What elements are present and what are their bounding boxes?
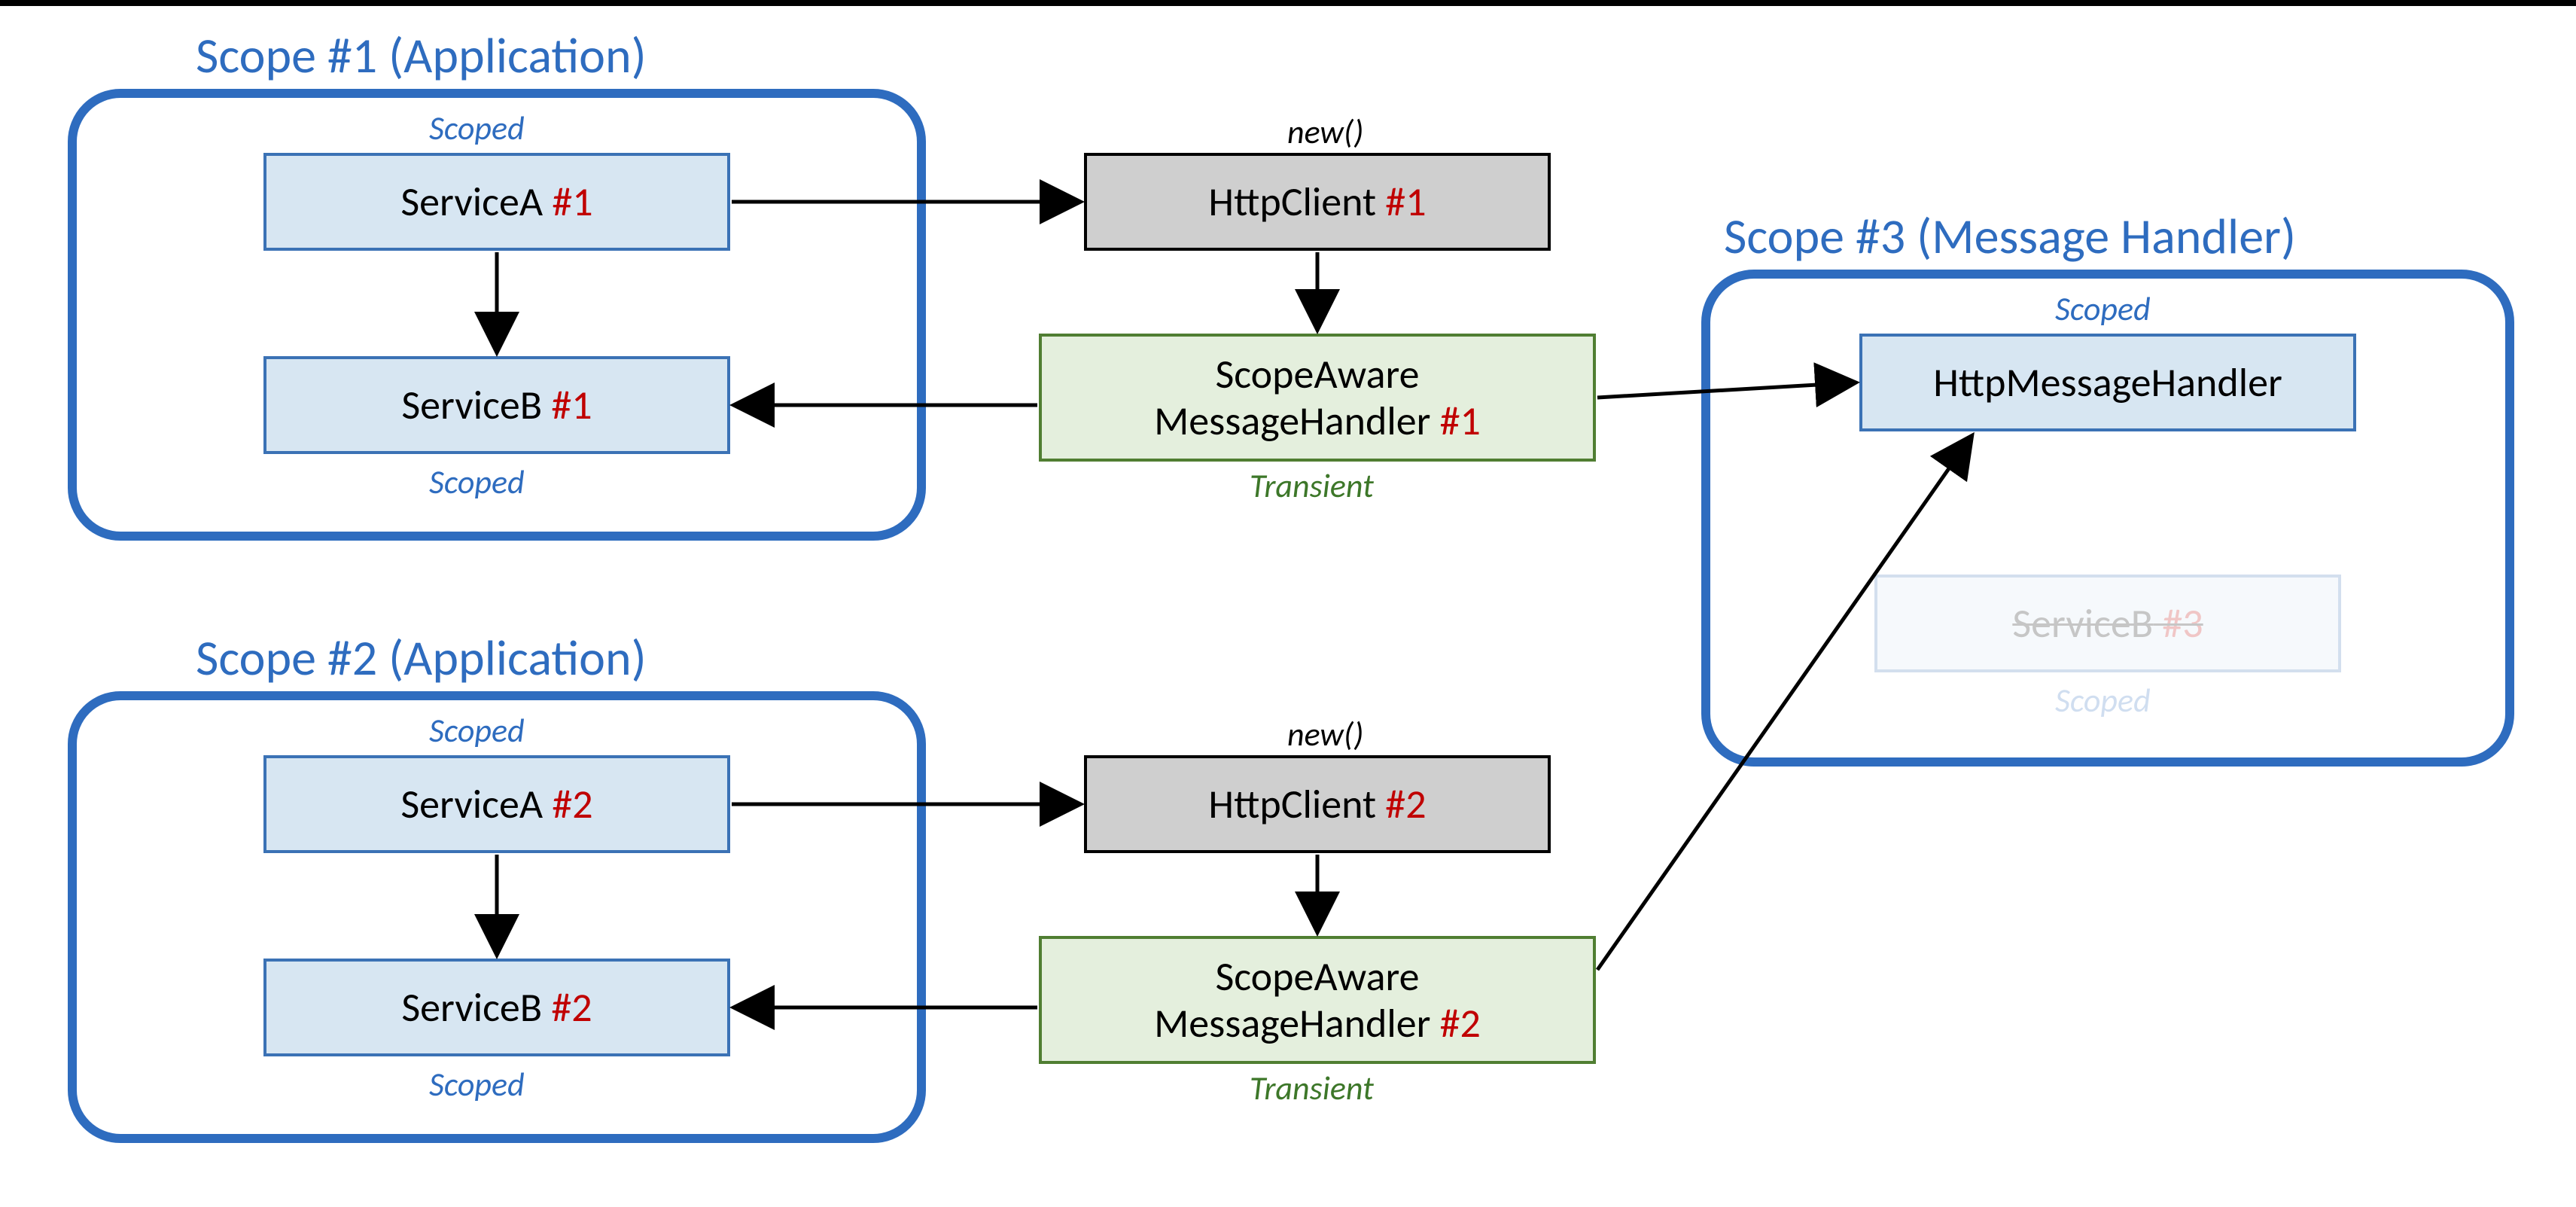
scope3-serviceB-inst: #3 (2153, 599, 2203, 648)
scopeaware2-line1: ScopeAware (1215, 953, 1419, 1000)
httpclient2-inst: #2 (1376, 779, 1426, 829)
scope2-serviceB-lifetime: Scoped (429, 1064, 525, 1105)
httpclient1-inst: #1 (1376, 177, 1426, 227)
scopeaware1-inst: #1 (1430, 396, 1480, 446)
scopeaware2-line2: MessageHandler (1154, 998, 1430, 1048)
scopeaware1-line2: MessageHandler (1154, 396, 1430, 446)
httpclient2-lifetime: new() (1287, 714, 1364, 754)
scope3-handler-lifetime: Scoped (2055, 288, 2151, 329)
scope3-title: Scope #3 (Message Handler) (1724, 206, 2296, 267)
scope1-serviceB-name: ServiceB (401, 380, 542, 430)
scope3-handler-name: HttpMessageHandler (1933, 359, 2282, 406)
scope1-serviceA-lifetime: Scoped (429, 108, 525, 148)
scopeaware1-line1: ScopeAware (1215, 351, 1419, 398)
scope2-serviceB-box: ServiceB #2 (263, 959, 730, 1056)
scope1-serviceA-box: ServiceA #1 (263, 153, 730, 251)
httpclient1-box: HttpClient #1 (1084, 153, 1551, 251)
httpclient1-name: HttpClient (1208, 177, 1376, 227)
scope2-serviceB-inst: #2 (542, 983, 592, 1032)
scope2-serviceA-inst: #2 (543, 779, 592, 829)
scope3-serviceB-box: ServiceB #3 (1874, 575, 2341, 672)
scope2-serviceA-name: ServiceA (400, 779, 543, 829)
scope2-serviceB-name: ServiceB (401, 983, 542, 1032)
scopeaware2-lifetime: Transient (1250, 1068, 1374, 1108)
httpclient1-lifetime: new() (1287, 111, 1364, 152)
scope2-title: Scope #2 (Application) (196, 627, 647, 688)
diagram-canvas: Scope #1 (Application) Scoped ServiceA #… (0, 0, 2576, 1207)
scopeaware1-box: ScopeAware MessageHandler #1 (1039, 334, 1596, 462)
scope1-serviceA-inst: #1 (543, 177, 592, 227)
scopeaware2-box: ScopeAware MessageHandler #2 (1039, 936, 1596, 1064)
scope2-serviceA-box: ServiceA #2 (263, 755, 730, 853)
scope1-serviceB-lifetime: Scoped (429, 462, 525, 502)
scope3-serviceB-name: ServiceB (2012, 599, 2153, 648)
scope1-title: Scope #1 (Application) (196, 25, 647, 86)
scope1-serviceA-name: ServiceA (400, 177, 543, 227)
httpclient2-name: HttpClient (1208, 779, 1376, 829)
scope1-serviceB-box: ServiceB #1 (263, 356, 730, 454)
scope1-serviceB-inst: #1 (542, 380, 592, 430)
scope2-serviceA-lifetime: Scoped (429, 710, 525, 751)
scopeaware1-lifetime: Transient (1250, 465, 1374, 506)
scopeaware2-inst: #2 (1430, 998, 1480, 1048)
scope3-serviceB-lifetime: Scoped (2055, 680, 2151, 721)
httpclient2-box: HttpClient #2 (1084, 755, 1551, 853)
scope3-handler-box: HttpMessageHandler (1859, 334, 2356, 431)
